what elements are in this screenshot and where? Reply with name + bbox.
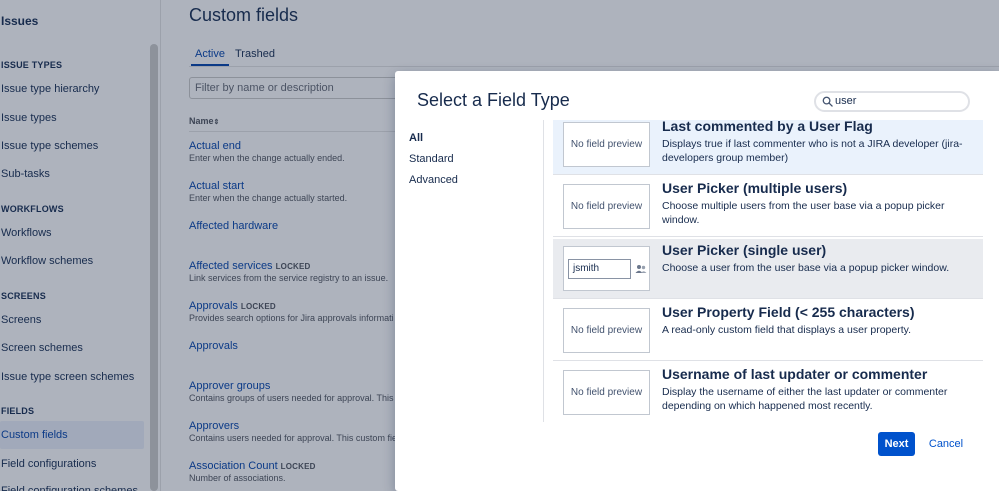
field-type-list[interactable]: No field preview Last commented by a Use… xyxy=(553,120,983,422)
field-type-description: Choose multiple users from the user base… xyxy=(662,200,945,226)
field-type-option-username-last-updater[interactable]: No field preview Username of last update… xyxy=(553,363,983,422)
field-type-title: Username of last updater or commenter xyxy=(662,366,928,382)
sidebar-item-workflows[interactable]: Workflows xyxy=(1,223,52,243)
page-title: Custom fields xyxy=(189,5,299,25)
locked-badge: LOCKED xyxy=(240,302,276,311)
sidebar-item-field-configurations[interactable]: Field configurations xyxy=(1,454,96,474)
field-row: Approvers Contains users needed for appr… xyxy=(189,420,397,443)
user-picker-icon xyxy=(635,265,647,273)
tabs-divider xyxy=(189,66,999,67)
field-link[interactable]: Affected hardware xyxy=(189,220,278,232)
category-all[interactable]: All xyxy=(409,132,423,144)
field-link[interactable]: Association Count xyxy=(189,460,278,472)
field-type-option-user-property-field[interactable]: No field preview User Property Field (< … xyxy=(553,301,983,361)
field-link[interactable]: Approvals xyxy=(189,340,238,352)
field-row: Actual end Enter when the change actuall… xyxy=(189,140,345,163)
field-row: Approvals xyxy=(189,340,238,352)
field-row: Affected hardware xyxy=(189,220,278,232)
sidebar-section-issue-types: ISSUE TYPES xyxy=(1,60,63,70)
sidebar-item-field-configuration-schemes[interactable]: Field configuration schemes xyxy=(1,481,138,491)
next-button[interactable]: Next xyxy=(878,432,915,456)
field-preview-user-picker: jsmith xyxy=(563,246,650,291)
sidebar-item-screen-schemes[interactable]: Screen schemes xyxy=(1,338,83,358)
field-row: Approver groups Contains groups of users… xyxy=(189,380,393,403)
sidebar-scrollbar[interactable] xyxy=(150,44,158,491)
field-preview: No field preview xyxy=(563,122,650,167)
field-row: Affected services LOCKED Link services fr… xyxy=(189,260,388,283)
sidebar-item-screens[interactable]: Screens xyxy=(1,310,41,330)
field-type-search-input[interactable]: user xyxy=(814,91,970,112)
sidebar-item-issue-type-screen-schemes[interactable]: Issue type screen schemes xyxy=(1,367,134,387)
preview-picker-input: jsmith xyxy=(568,259,631,279)
field-row: Actual start Enter when the change actua… xyxy=(189,180,347,203)
sidebar-item-sub-tasks[interactable]: Sub-tasks xyxy=(1,164,50,184)
field-link[interactable]: Approver groups xyxy=(189,380,393,392)
search-icon xyxy=(822,96,833,107)
field-preview: No field preview xyxy=(563,308,650,353)
field-preview: No field preview xyxy=(563,370,650,415)
sidebar-item-issue-type-schemes[interactable]: Issue type schemes xyxy=(1,136,98,156)
field-type-option-last-commented-user-flag[interactable]: No field preview Last commented by a Use… xyxy=(553,120,983,175)
field-type-description: Displays true if last commenter who is n… xyxy=(662,138,963,164)
field-link[interactable]: Approvers xyxy=(189,420,397,432)
field-row: Approvals LOCKED Provides search options … xyxy=(189,300,394,323)
tab-active[interactable]: Active xyxy=(195,48,225,60)
field-preview: No field preview xyxy=(563,184,650,229)
locked-badge: LOCKED xyxy=(280,462,316,471)
sidebar-section-fields: FIELDS xyxy=(1,406,35,416)
sidebar-item-issue-type-hierarchy[interactable]: Issue type hierarchy xyxy=(1,79,99,99)
sort-icon: ⇕ xyxy=(213,119,220,126)
filter-input[interactable]: Filter by name or description xyxy=(189,77,419,99)
select-field-type-dialog: Select a Field Type user All Standard Ad… xyxy=(395,71,999,491)
field-type-title: User Property Field (< 255 characters) xyxy=(662,304,915,320)
sidebar-item-workflow-schemes[interactable]: Workflow schemes xyxy=(1,251,93,271)
search-value: user xyxy=(835,95,857,107)
field-type-title: User Picker (multiple users) xyxy=(662,180,848,196)
sidebar-section-screens: SCREENS xyxy=(1,291,46,301)
field-type-option-user-picker-multiple[interactable]: No field preview User Picker (multiple u… xyxy=(553,177,983,237)
field-type-title: Last commented by a User Flag xyxy=(662,120,873,134)
field-description: Provides search options for Jira approva… xyxy=(189,313,394,323)
column-header-name[interactable]: Name⇕ xyxy=(189,116,219,126)
cancel-button[interactable]: Cancel xyxy=(924,432,968,456)
field-type-option-user-picker-single[interactable]: jsmith User Picker (single user) Choose … xyxy=(553,239,983,299)
field-description: Number of associations. xyxy=(189,473,286,483)
locked-badge: LOCKED xyxy=(275,262,311,271)
column-header-label: Name xyxy=(189,116,214,126)
category-advanced[interactable]: Advanced xyxy=(409,174,458,186)
category-divider xyxy=(543,120,544,422)
field-type-description: Display the username of either the last … xyxy=(662,386,948,412)
category-standard[interactable]: Standard xyxy=(409,153,454,165)
field-type-title: User Picker (single user) xyxy=(662,242,827,258)
field-description: Link services from the service registry … xyxy=(189,273,389,283)
tab-trashed[interactable]: Trashed xyxy=(235,48,275,60)
field-row: Association Count LOCKED Number of associ… xyxy=(189,460,316,483)
field-link[interactable]: Actual start xyxy=(189,180,347,192)
field-link[interactable]: Approvals xyxy=(189,300,238,312)
sidebar-title[interactable]: Issues xyxy=(1,14,38,28)
field-type-description: Choose a user from the user base via a p… xyxy=(662,262,950,274)
admin-sidebar: Issues ISSUE TYPES Issue type hierarchy … xyxy=(0,0,161,491)
sidebar-item-issue-types[interactable]: Issue types xyxy=(1,108,57,128)
field-description: Contains groups of users needed for appr… xyxy=(189,393,394,403)
sidebar-item-custom-fields[interactable]: Custom fields xyxy=(0,421,144,449)
sidebar-section-workflows: WORKFLOWS xyxy=(1,204,64,214)
field-type-description: A read-only custom field that displays a… xyxy=(662,324,912,336)
dialog-title: Select a Field Type xyxy=(417,90,570,110)
field-description: Contains users needed for approval. This… xyxy=(189,433,397,443)
field-link[interactable]: Affected services xyxy=(189,260,273,272)
field-description: Enter when the change actually ended. xyxy=(189,153,345,163)
field-description: Enter when the change actually started. xyxy=(189,193,348,203)
field-link[interactable]: Actual end xyxy=(189,140,345,152)
